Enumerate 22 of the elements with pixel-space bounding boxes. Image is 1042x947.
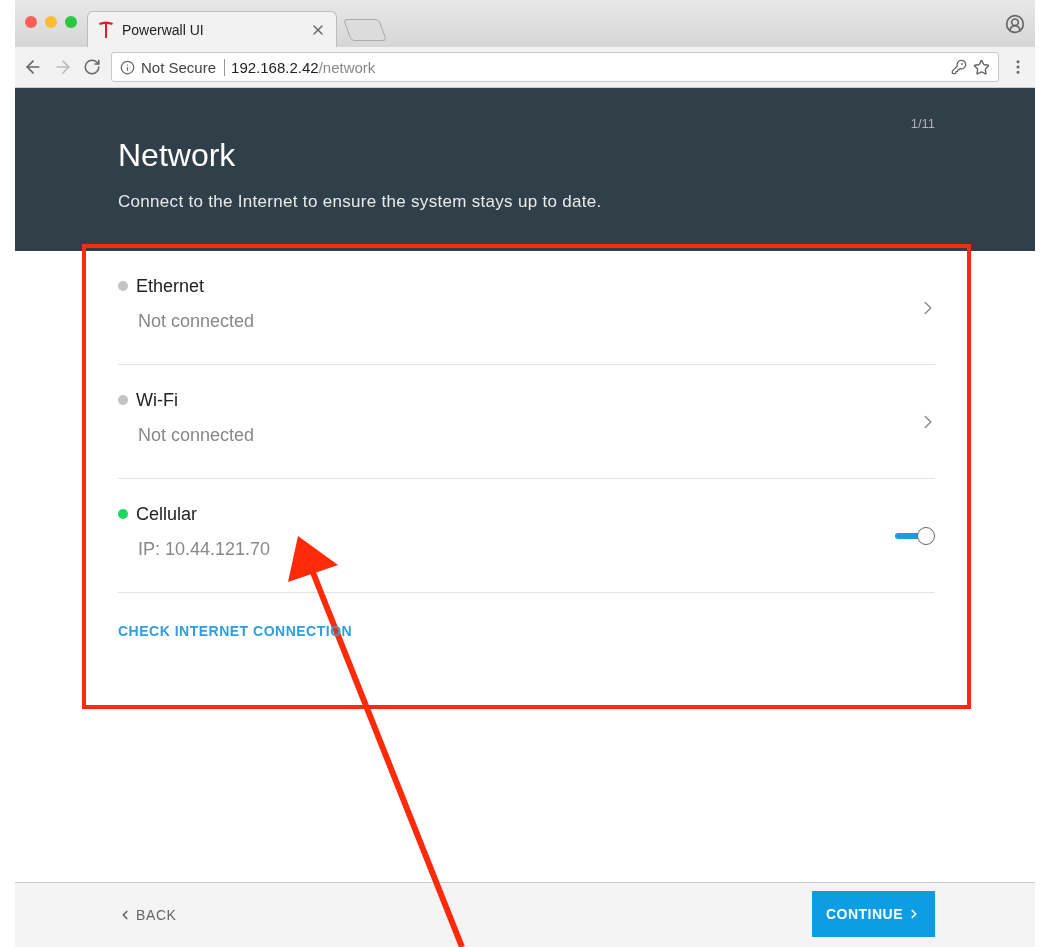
connection-status: Not connected bbox=[138, 424, 256, 446]
back-button[interactable]: BACK bbox=[118, 907, 177, 923]
browser-tab[interactable]: Powerwall UI bbox=[87, 11, 337, 47]
reload-icon[interactable] bbox=[83, 58, 101, 76]
t-logo-icon bbox=[98, 20, 114, 39]
profile-icon[interactable] bbox=[1005, 13, 1025, 34]
connection-name: Wi-Fi bbox=[136, 389, 178, 411]
star-icon[interactable] bbox=[973, 58, 990, 76]
page-title: Network bbox=[118, 137, 237, 174]
connection-row[interactable]: Ethernet Not connected bbox=[118, 251, 935, 365]
connection-row[interactable]: Wi-Fi Not connected bbox=[118, 365, 935, 479]
page-subtitle: Connect to the Internet to ensure the system stays up to date. bbox=[118, 192, 603, 212]
step-counter: 1/11 bbox=[910, 116, 935, 131]
close-window-button[interactable] bbox=[25, 15, 37, 28]
info-icon bbox=[120, 59, 135, 75]
connection-name: Cellular bbox=[136, 503, 198, 525]
connection-status: IP: 10.44.121.70 bbox=[138, 538, 272, 560]
key-icon[interactable] bbox=[951, 59, 967, 75]
toggle-switch[interactable] bbox=[895, 525, 935, 546]
address-field[interactable]: Not Secure 192.168.2.42/network bbox=[111, 52, 999, 82]
connection-status: Not connected bbox=[138, 310, 256, 332]
connection-name: Ethernet bbox=[136, 275, 205, 297]
